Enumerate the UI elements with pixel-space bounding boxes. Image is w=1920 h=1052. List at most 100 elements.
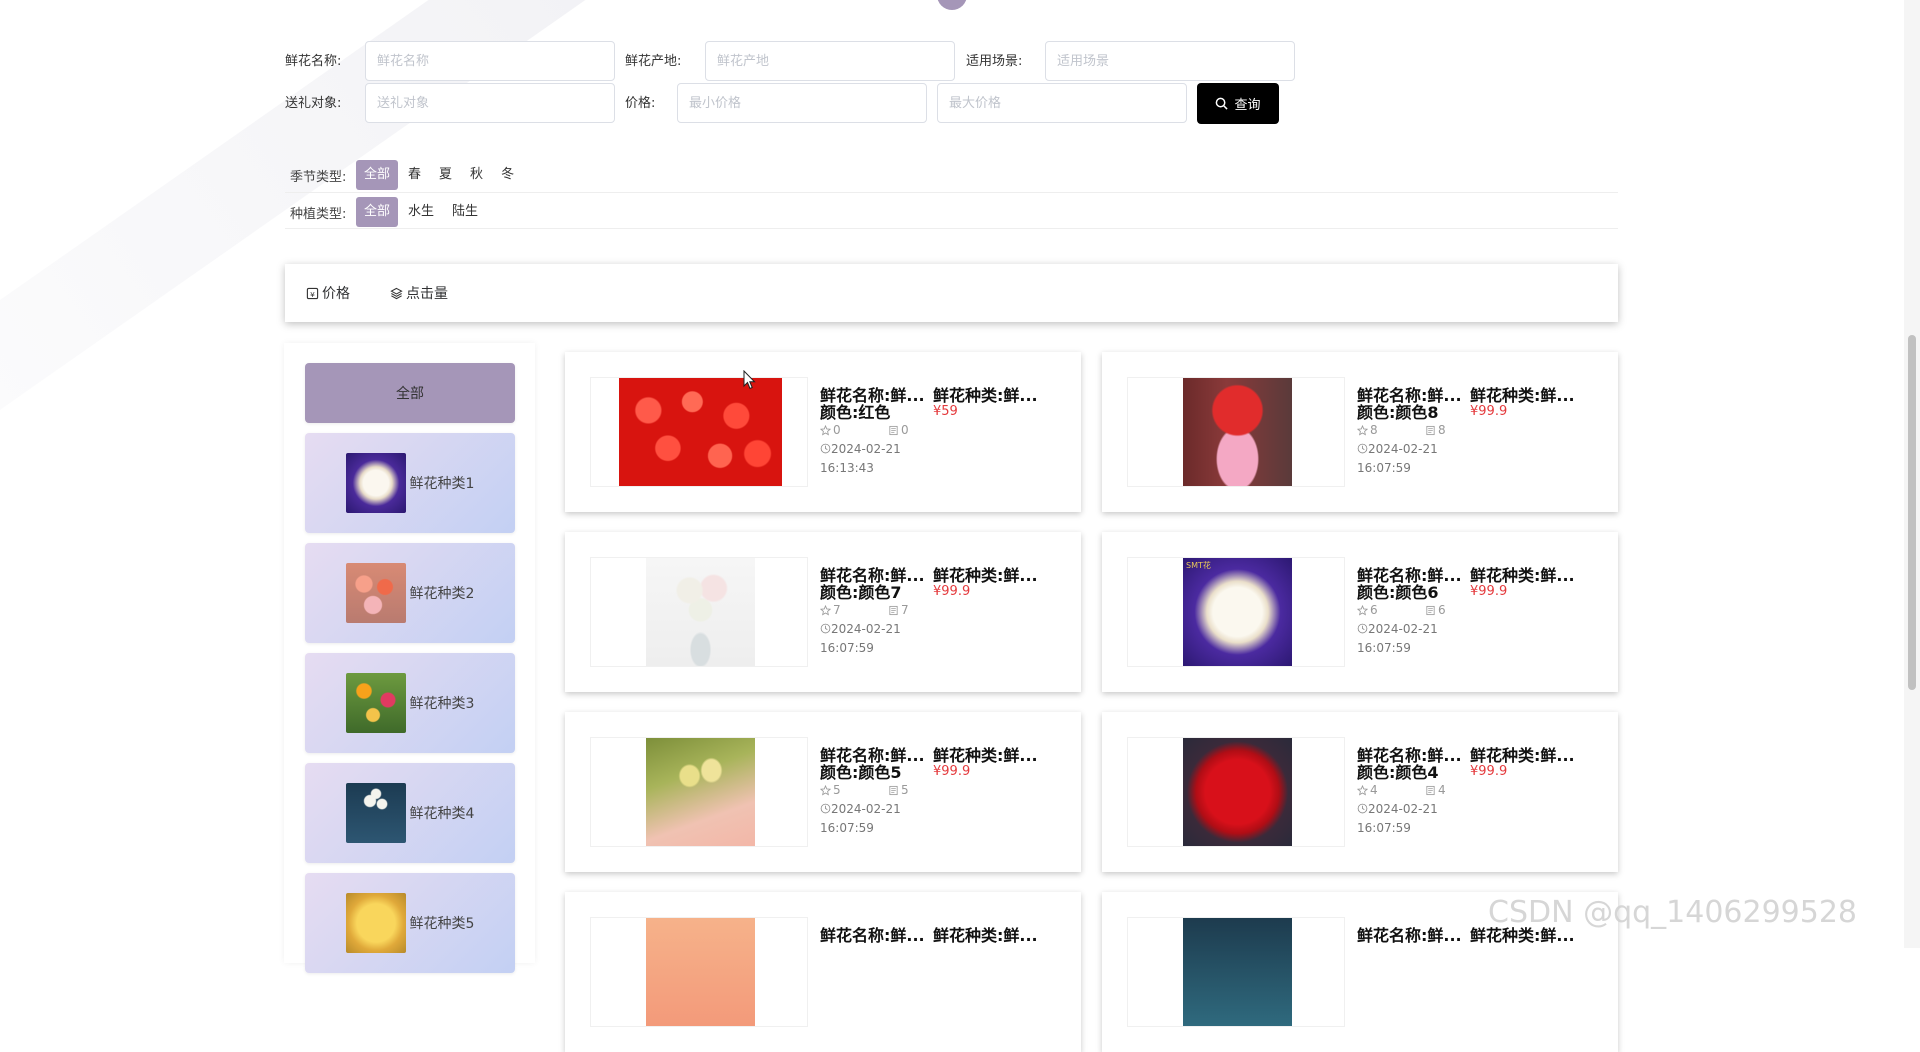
- flower-name-label: 鲜花名称:: [285, 54, 342, 69]
- flower-origin-input[interactable]: [705, 41, 955, 81]
- favorite-count: 5: [820, 783, 841, 797]
- product-price: ¥99.9: [933, 584, 971, 599]
- category-all[interactable]: 全部: [305, 363, 515, 423]
- comment-count-value: 5: [901, 783, 909, 797]
- category-label: 全部: [396, 386, 424, 402]
- scrollbar[interactable]: [1904, 0, 1920, 948]
- publish-date: 2024-02-21 16:07:59: [1357, 800, 1438, 838]
- plant-option-all[interactable]: 全部: [356, 197, 399, 227]
- publish-date: 2024-02-21 16:07:59: [820, 620, 901, 658]
- white-roses-purple-wrap-thumb: [345, 453, 406, 513]
- price-tag-icon: ¥: [306, 287, 319, 299]
- product-card[interactable]: 鲜花名称:鲜... 鲜花种类:鲜...: [565, 892, 1081, 1052]
- favorite-count-value: 8: [1370, 423, 1378, 437]
- plant-option-aquatic[interactable]: 水生: [400, 197, 442, 227]
- product-image-frame: [590, 377, 808, 487]
- sort-bar: ¥ 价格 点击量: [285, 264, 1618, 322]
- sort-by-clicks[interactable]: 点击量: [390, 283, 448, 303]
- plant-option-terrestrial[interactable]: 陆生: [444, 197, 486, 227]
- gift-target-input[interactable]: [365, 83, 615, 123]
- star-icon: [820, 784, 831, 795]
- product-image-frame: [1127, 377, 1345, 487]
- product-type: 鲜花种类:鲜...: [1470, 386, 1575, 405]
- pink-orange-roses-thumb: [345, 563, 406, 623]
- clock-icon: [820, 623, 831, 634]
- product-card[interactable]: 鲜花名称:鲜... 鲜花种类:鲜... 颜色:颜色7 ¥99.9 7 7 202…: [565, 532, 1081, 692]
- sort-by-price[interactable]: ¥ 价格: [306, 283, 350, 303]
- favorite-count: 6: [1357, 603, 1378, 617]
- season-option-autumn[interactable]: 秋: [462, 160, 491, 190]
- product-image-frame: SMT花: [1127, 557, 1345, 667]
- season-option-winter[interactable]: 冬: [493, 160, 522, 190]
- svg-text:¥: ¥: [310, 289, 315, 298]
- category-label: 鲜花种类1: [409, 476, 475, 492]
- season-option-spring[interactable]: 春: [400, 160, 429, 190]
- search-icon: [1216, 97, 1229, 110]
- product-type: 鲜花种类:鲜...: [1470, 566, 1575, 585]
- category-item-5[interactable]: 鲜花种类5: [305, 873, 515, 973]
- publish-date: 2024-02-21 16:07:59: [820, 800, 901, 838]
- product-price: ¥99.9: [1470, 764, 1508, 779]
- favorite-count-value: 0: [833, 423, 841, 437]
- document-icon: [1426, 785, 1435, 795]
- max-price-input[interactable]: [937, 83, 1187, 123]
- scrollbar-thumb[interactable]: [1908, 335, 1916, 690]
- comment-count: 6: [1425, 603, 1446, 617]
- star-icon: [820, 424, 831, 435]
- star-icon: [1357, 604, 1368, 615]
- favorite-count-value: 4: [1370, 783, 1378, 797]
- scene-input[interactable]: [1045, 41, 1295, 81]
- publish-time-value: 16:07:59: [1357, 461, 1411, 475]
- comment-count-value: 6: [1438, 603, 1446, 617]
- favorite-count: 8: [1357, 423, 1378, 437]
- publish-date-value: 2024-02-21: [1368, 622, 1438, 636]
- red-roses-round-bouquet-photo: [1183, 738, 1292, 846]
- favorite-count: 0: [820, 423, 841, 437]
- publish-date-value: 2024-02-21: [831, 622, 901, 636]
- product-card[interactable]: 鲜花名称:鲜... 鲜花种类:鲜... 颜色:红色 ¥59 0 0 2024-0…: [565, 352, 1081, 512]
- category-item-1[interactable]: 鲜花种类1: [305, 433, 515, 533]
- category-label: 鲜花种类2: [409, 586, 475, 602]
- publish-date: 2024-02-21 16:13:43: [820, 440, 901, 478]
- season-option-all[interactable]: 全部: [356, 160, 399, 190]
- product-type: 鲜花种类:鲜...: [933, 746, 1038, 765]
- product-image-frame: [1127, 917, 1345, 1027]
- category-label: 鲜花种类3: [409, 696, 475, 712]
- publish-date-value: 2024-02-21: [1368, 442, 1438, 456]
- query-button[interactable]: 查询: [1197, 83, 1279, 124]
- category-item-4[interactable]: 鲜花种类4: [305, 763, 515, 863]
- publish-time-value: 16:07:59: [1357, 641, 1411, 655]
- comment-count-value: 4: [1438, 783, 1446, 797]
- season-option-summer[interactable]: 夏: [431, 160, 460, 190]
- clock-icon: [1357, 443, 1368, 454]
- product-card[interactable]: 鲜花名称:鲜... 鲜花种类:鲜... 颜色:颜色4 ¥99.9 4 4 202…: [1102, 712, 1618, 872]
- product-type: 鲜花种类:鲜...: [933, 566, 1038, 585]
- product-type: 鲜花种类:鲜...: [933, 926, 1038, 945]
- product-image-frame: [590, 917, 808, 1027]
- flower-name-input[interactable]: [365, 41, 615, 81]
- blue-flowers-photo: [1183, 918, 1292, 1026]
- product-card[interactable]: 鲜花名称:鲜... 鲜花种类:鲜... 颜色:颜色5 ¥99.9 5 5 202…: [565, 712, 1081, 872]
- comment-count: 5: [888, 783, 909, 797]
- layers-icon: [390, 287, 403, 299]
- star-icon: [820, 604, 831, 615]
- publish-date-value: 2024-02-21: [831, 802, 901, 816]
- category-item-3[interactable]: 鲜花种类3: [305, 653, 515, 753]
- publish-time-value: 16:07:59: [820, 821, 874, 835]
- product-price: ¥99.9: [933, 764, 971, 779]
- min-price-input[interactable]: [677, 83, 927, 123]
- product-image-frame: [590, 557, 808, 667]
- product-color: 颜色:颜色8: [1357, 403, 1439, 422]
- product-card[interactable]: SMT花 鲜花名称:鲜... 鲜花种类:鲜... 颜色:颜色6 ¥99.9 6 …: [1102, 532, 1618, 692]
- flower-origin-label: 鲜花产地:: [625, 54, 682, 69]
- product-name: 鲜花名称:鲜...: [820, 926, 925, 945]
- publish-date: 2024-02-21 16:07:59: [1357, 440, 1438, 478]
- category-item-2[interactable]: 鲜花种类2: [305, 543, 515, 643]
- season-filter-label: 季节类型:: [290, 169, 347, 185]
- document-icon: [889, 605, 898, 615]
- sort-clicks-label: 点击量: [406, 286, 448, 302]
- favorite-count-value: 6: [1370, 603, 1378, 617]
- tulips-bouquet-photo: [646, 738, 755, 846]
- product-card[interactable]: 鲜花名称:鲜... 鲜花种类:鲜... 颜色:颜色8 ¥99.9 8 8 202…: [1102, 352, 1618, 512]
- yellow-roses-thumb: [345, 893, 406, 953]
